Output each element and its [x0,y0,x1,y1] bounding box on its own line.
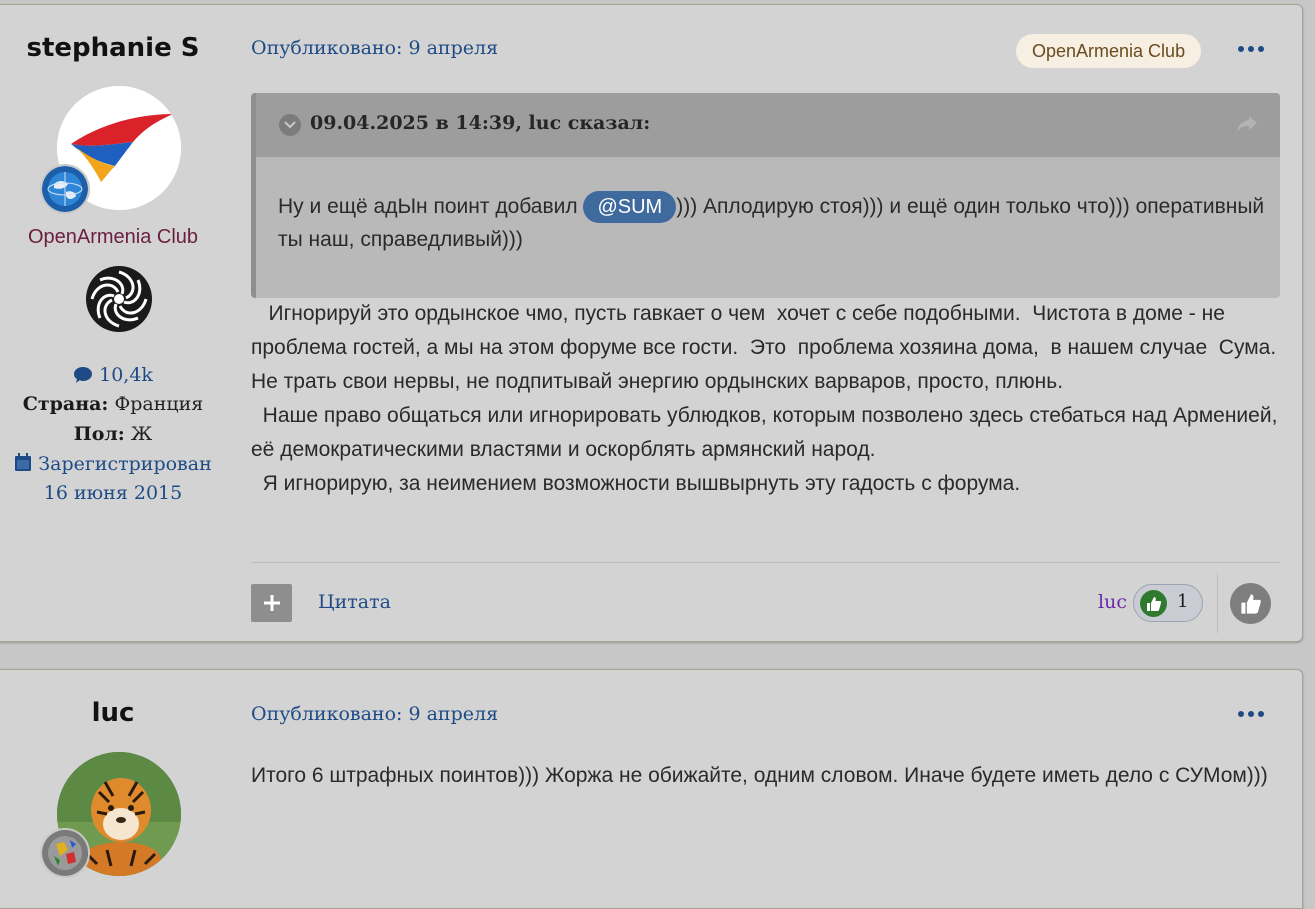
mention-sum[interactable]: @SUM [583,191,677,223]
post-content: Итого 6 штрафных поинтов))) Жоржа не оби… [251,759,1281,793]
thumbs-up-icon [1240,593,1261,614]
post-date[interactable]: Опубликовано: 9 апреля [251,37,498,59]
quote-header: 09.04.2025 в 14:39, luc сказал: [256,93,1280,157]
share-icon[interactable] [1236,115,1258,137]
gender-value: Ж [130,423,153,445]
calendar-icon [14,452,32,477]
post-paragraph: Игнорируй это ордынское чмо, пусть гавка… [251,302,1288,393]
quote-button[interactable]: Цитата [318,591,391,613]
gender-label: Пол: [73,423,125,445]
thumbs-up-icon [1140,590,1167,617]
quote-text: Ну и ещё адЫн поинт добавил @SUM))) Апло… [278,190,1268,256]
author-name[interactable]: stephanie S [0,33,226,63]
rank-badge-globe-icon [40,164,90,214]
quote-block: 09.04.2025 в 14:39, luc сказал: Ну и ещё… [251,93,1280,298]
post-paragraph: Итого 6 штрафных поинтов))) Жоржа не оби… [251,764,1268,787]
author-name[interactable]: luc [0,698,226,728]
group-name: OpenArmenia Club [27,226,199,248]
club-badge: OpenArmenia Club [1016,34,1202,68]
registered-field: Зарегистрирован [0,452,226,477]
chevron-down-icon[interactable] [279,114,301,136]
country-label: Страна: [22,393,109,415]
post-count[interactable]: 10,4k [0,364,226,389]
post-stephanie: stephanie S OpenArmenia Club 10,4k Стран… [0,4,1303,642]
reaction-user[interactable]: luc [1098,591,1127,613]
like-button[interactable] [1230,583,1271,624]
plus-icon[interactable] [251,584,292,622]
post-date[interactable]: Опубликовано: 9 апреля [251,703,498,725]
divider [251,562,1280,563]
more-options-icon[interactable] [1236,42,1266,56]
country-field: Страна: Франция [0,393,226,415]
registered-date: 16 июня 2015 [43,482,183,504]
post-paragraph: Наше право общаться или игнорировать убл… [251,404,1290,461]
registered-label: Зарегистрирован [38,453,212,475]
rank-badge-globe-icon [40,828,90,878]
post-luc: luc Опубликовано: 9 апреля Итого 6 штраф… [0,669,1303,909]
reaction-summary[interactable]: 1 [1133,584,1203,622]
eternity-sign-icon [84,264,154,338]
post-paragraph: Я игнорирую, за неимением возможности вы… [251,472,1021,495]
divider [1217,573,1218,633]
quote-citation[interactable]: 09.04.2025 в 14:39, luc сказал: [310,112,650,134]
speech-bubble-icon [73,366,93,389]
more-options-icon[interactable] [1236,707,1266,721]
gender-field: Пол: Ж [0,423,226,445]
post-content: Игнорируй это ордынское чмо, пусть гавка… [251,297,1281,501]
reaction-count: 1 [1177,591,1189,612]
country-value: Франция [114,393,204,415]
